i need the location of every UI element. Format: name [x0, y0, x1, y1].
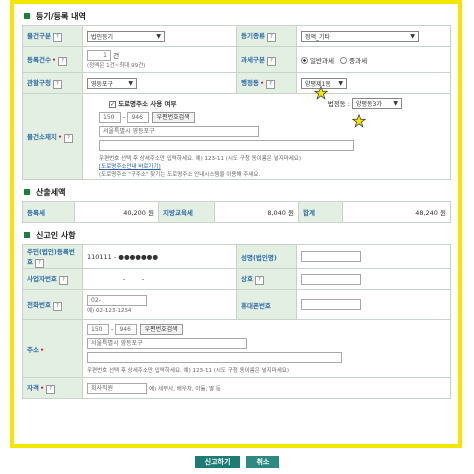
reporter-zip1-input[interactable]: 150: [87, 323, 109, 335]
reg-tax-value: 40,200: [123, 209, 146, 217]
help-icon[interactable]: ?: [34, 258, 44, 268]
form-container: 등기/등록 내역 물건구분? 법인등기 ▼ 등기종류? 정액_기타 ▼ 등록건수•?…: [22, 8, 451, 399]
reg-type-select[interactable]: 정액_기타 ▼: [301, 30, 419, 42]
tax-table: 등록세 40,200 원 지방교육세 8,040 원 합계 48,240 원: [22, 201, 451, 223]
id-label: 주민(법인)등록번호?: [22, 244, 83, 269]
bottom-buttons: 신고하기 취소: [0, 456, 474, 468]
road-address-link[interactable]: [도로명주소안내 바로가기]: [99, 164, 161, 170]
registration-table: 물건구분? 법인등기 ▼ 등기종류? 정액_기타 ▼ 등록건수•? 1 건 (정액은…: [22, 25, 451, 180]
section-reporter: 신고인 사항: [24, 229, 450, 241]
address1-input[interactable]: 서울특별시 영등포구: [99, 125, 259, 137]
section-registration: 등기/등록 내역: [24, 10, 450, 22]
phone-input[interactable]: 02-: [87, 295, 147, 306]
bizno-value: - -: [82, 268, 237, 290]
company-label: 상호?: [236, 268, 297, 290]
chevron-down-icon: ▼: [410, 32, 415, 40]
count-note: (정액은 1건~최대 99건): [87, 63, 146, 70]
road-check-label: 도로명주소 사용 여부: [118, 100, 177, 108]
company-input[interactable]: [301, 273, 361, 285]
name-label: 성명(법인명): [236, 244, 297, 269]
road-address-checkbox[interactable]: ✓: [109, 100, 116, 108]
help-icon[interactable]: ?: [64, 133, 74, 143]
qual-input[interactable]: 회사직원: [87, 382, 147, 394]
name-input[interactable]: [301, 251, 361, 262]
submit-button[interactable]: 신고하기: [194, 456, 241, 468]
legal-dong-select[interactable]: 양평동3가 ▼: [352, 97, 402, 109]
cancel-button[interactable]: 취소: [246, 456, 280, 468]
road-address-hint: (도로명주소 "구주소" 찾기는 도로명주소 안내시스템을 이용해 주세요.: [99, 171, 261, 178]
zip-search-button[interactable]: 우편번호검색: [151, 111, 195, 123]
help-icon[interactable]: ?: [266, 56, 276, 66]
qual-label: 자격•?: [22, 377, 83, 399]
cursor-star-icon: [352, 114, 366, 128]
address-label: 주소•: [22, 319, 83, 378]
help-icon[interactable]: ?: [46, 385, 56, 394]
help-icon[interactable]: ?: [52, 80, 62, 89]
count-input[interactable]: 1: [87, 50, 111, 62]
chevron-down-icon: ▼: [393, 99, 398, 107]
address-hint: 우편번호 선택 후 상세주소만 입력하세요. 예) 123-11 (시도 구청 …: [99, 155, 302, 162]
category-label: 물건구분?: [22, 25, 83, 47]
mobile-label: 휴대폰번호: [236, 289, 297, 320]
count-label: 등록건수•?: [22, 46, 83, 73]
chevron-down-icon: ▼: [156, 32, 161, 40]
section-bullet-icon: [24, 13, 30, 19]
help-icon[interactable]: ?: [254, 276, 264, 285]
section-title: 신고인 사항: [36, 230, 76, 240]
help-icon[interactable]: ?: [266, 33, 276, 42]
location-label: 물건소재지•?: [22, 93, 83, 180]
reporter-address1-input[interactable]: 서울특별시 영등포구: [87, 337, 247, 349]
address2-input[interactable]: [99, 139, 354, 151]
cursor-star-icon: [314, 86, 328, 100]
highlight-frame: 등기/등록 내역 물건구분? 법인등기 ▼ 등기종류? 정액_기타 ▼ 등록건수•?…: [10, 0, 462, 448]
total-value: 48,240: [415, 209, 438, 217]
section-title: 산출세액: [36, 187, 66, 197]
section-bullet-icon: [24, 189, 30, 195]
radio-heavy[interactable]: [340, 57, 348, 64]
phone-label: 전화번호?: [22, 289, 83, 320]
reporter-address2-input[interactable]: [87, 351, 342, 363]
phone-example: 예) 02-123-1234: [87, 308, 132, 314]
office-label: 관할구청?: [22, 72, 83, 94]
total-label: 합계: [298, 201, 343, 223]
reporter-table: 주민(법인)등록번호? 110111 - ●●●●●●● 성명(법인명) 사업자…: [22, 244, 451, 399]
office-select[interactable]: 영등포구 ▼: [87, 77, 137, 89]
chevron-down-icon: ▼: [338, 79, 343, 87]
reg-tax-label: 등록세: [22, 201, 75, 223]
bizno-label: 사업자번호?: [22, 268, 83, 290]
tax-type-label: 과세구분?: [236, 46, 297, 73]
zip1-input[interactable]: 150: [99, 111, 121, 123]
reg-type-label: 등기종류?: [236, 25, 297, 47]
help-icon[interactable]: ?: [52, 301, 62, 311]
radio-general[interactable]: [301, 57, 308, 64]
id-value: 110111 - ●●●●●●●: [82, 244, 237, 269]
dong-label: 행정동•?: [236, 72, 297, 94]
section-tax: 산출세액: [24, 186, 450, 198]
section-bullet-icon: [24, 232, 30, 238]
chevron-down-icon: ▼: [128, 79, 133, 87]
count-unit: 건: [113, 51, 120, 60]
qual-example: 예) 세무사, 배우자, 아들, 딸 등: [149, 386, 221, 392]
reporter-zip-search-button[interactable]: 우편번호검색: [139, 323, 183, 335]
help-icon[interactable]: ?: [58, 56, 68, 66]
edu-tax-value: 8,040: [267, 209, 286, 217]
zip2-input[interactable]: 946: [127, 111, 150, 123]
reporter-address-hint: 우편번호 선택 후 상세주소만 입력하세요. 예) 123-11 (시도 구청 …: [87, 367, 290, 374]
category-select[interactable]: 법인등기 ▼: [87, 30, 165, 42]
mobile-input[interactable]: [301, 299, 361, 310]
section-title: 등기/등록 내역: [36, 11, 86, 21]
reporter-zip2-input[interactable]: 946: [115, 323, 138, 335]
help-icon[interactable]: ?: [58, 276, 68, 285]
help-icon[interactable]: ?: [266, 80, 276, 89]
help-icon[interactable]: ?: [52, 33, 62, 42]
edu-tax-label: 지방교육세: [158, 201, 215, 223]
legal-dong-label: 법정동 :: [327, 99, 350, 108]
